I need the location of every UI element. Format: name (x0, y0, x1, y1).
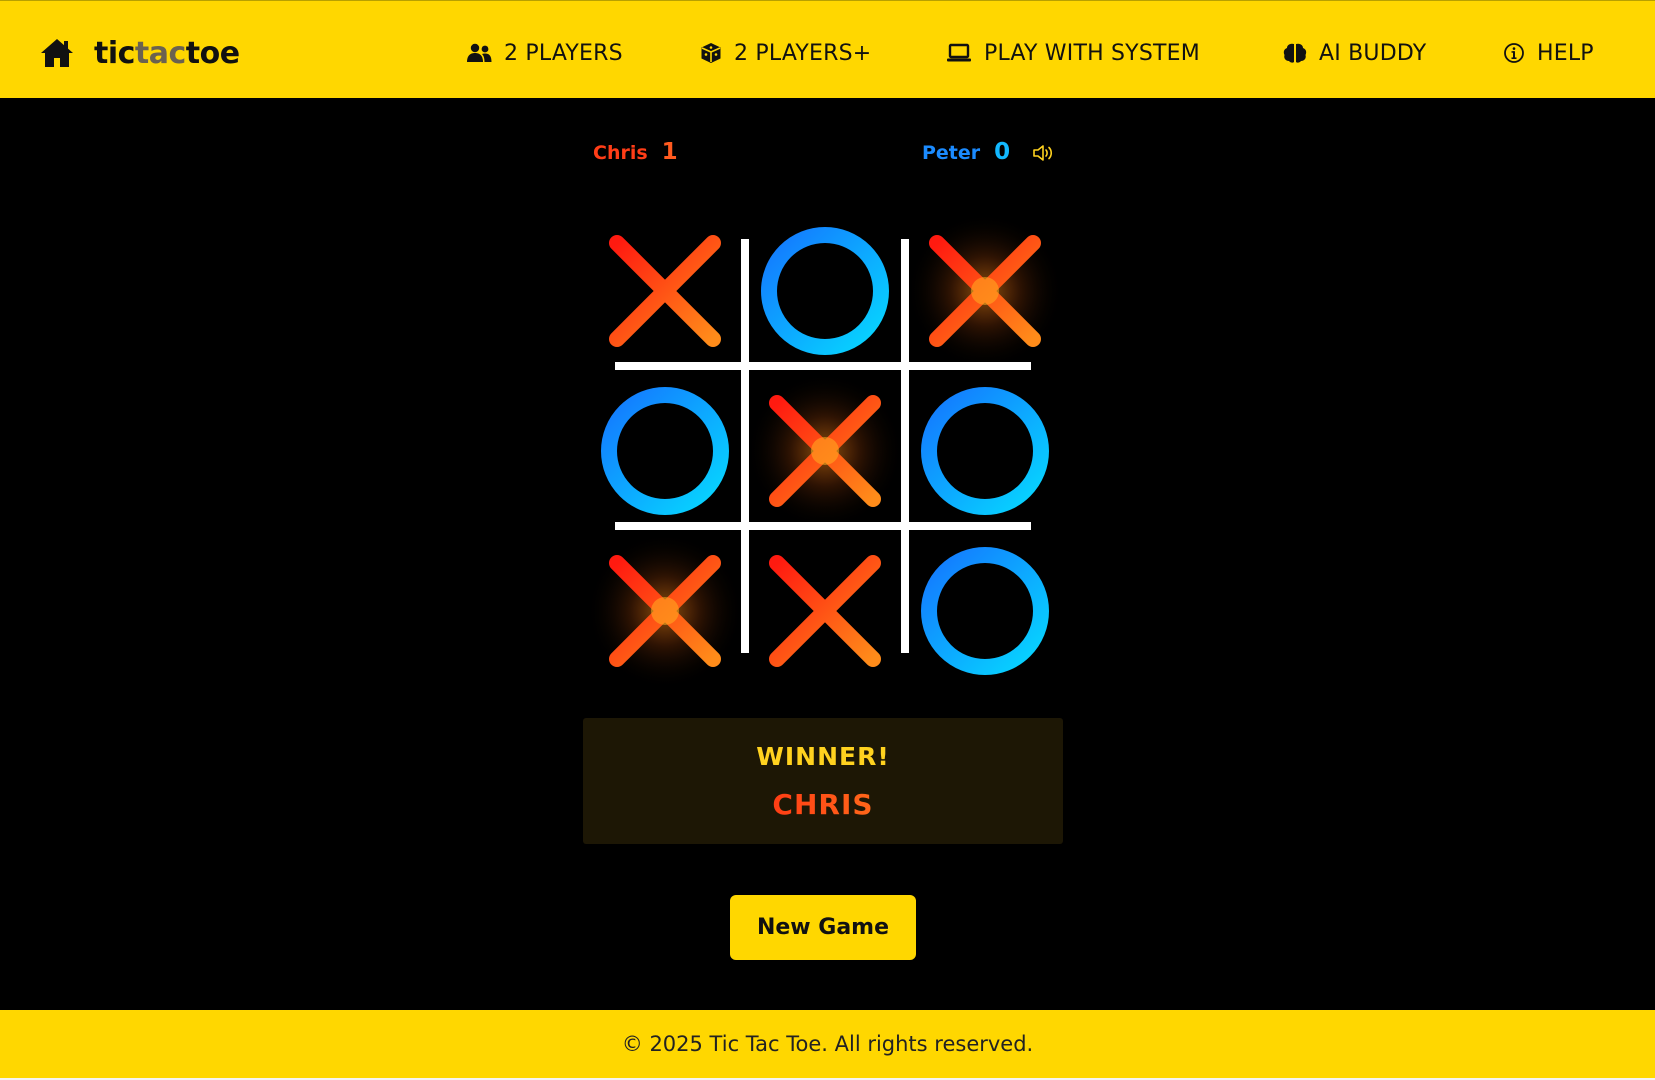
x-mark (609, 235, 721, 347)
info-icon (1504, 43, 1524, 63)
player2-score: Peter 0 (922, 139, 1010, 169)
nav-label: PLAY WITH SYSTEM (984, 40, 1200, 66)
player1-score: Chris 1 (593, 139, 678, 169)
game-board (585, 211, 1065, 691)
nav-2-players-plus[interactable]: 2 PLAYERS+ (700, 33, 871, 73)
brand-home-link[interactable]: tictactoe (40, 33, 240, 73)
nav-label: 2 PLAYERS (504, 40, 623, 66)
nav-ai-buddy[interactable]: AI BUDDY (1283, 33, 1426, 73)
nav-label: AI BUDDY (1319, 40, 1427, 66)
board-cell-2[interactable] (745, 211, 905, 371)
home-icon (41, 39, 73, 67)
grid-line-horizontal-2 (615, 522, 1031, 530)
users-icon (467, 43, 492, 62)
nav-label: 2 PLAYERS+ (734, 40, 872, 66)
new-game-button[interactable]: New Game (730, 895, 916, 960)
board-cell-6[interactable] (905, 371, 1065, 531)
nav-label: HELP (1537, 40, 1594, 66)
brand-tac: tac (134, 35, 186, 71)
app-window: tictactoe 2 PLAYERS 2 PLAYERS+ PLAY WITH… (0, 0, 1655, 1078)
cube-icon (701, 43, 721, 63)
board-cell-1[interactable] (585, 211, 745, 371)
nav-play-with-system[interactable]: PLAY WITH SYSTEM (946, 33, 1200, 73)
o-mark (921, 547, 1049, 675)
brand-wordmark: tictactoe (94, 36, 240, 71)
nav-2-players[interactable]: 2 PLAYERS (466, 33, 623, 73)
winner-name: CHRIS (583, 788, 1063, 821)
player2-score-value: 0 (994, 139, 1011, 165)
brand-tic: tic (94, 35, 135, 71)
grid-line-vertical-1 (741, 239, 749, 653)
brand-toe: toe (185, 35, 240, 71)
o-mark (921, 387, 1049, 515)
grid-line-vertical-2 (901, 239, 909, 653)
x-mark (769, 555, 881, 667)
laptop-icon (947, 43, 971, 62)
brain-icon (1283, 43, 1307, 63)
nav-help[interactable]: HELP (1503, 33, 1594, 73)
board-cell-3[interactable] (905, 211, 1065, 371)
board-cell-9[interactable] (905, 531, 1065, 691)
copyright-text: © 2025 Tic Tac Toe. All rights reserved. (621, 1032, 1034, 1056)
player1-name: Chris (593, 142, 648, 164)
board-cell-4[interactable] (585, 371, 745, 531)
player2-name: Peter (922, 142, 981, 164)
top-navigation-bar: tictactoe 2 PLAYERS 2 PLAYERS+ PLAY WITH… (0, 1, 1655, 98)
board-cell-5[interactable] (745, 371, 905, 531)
footer: © 2025 Tic Tac Toe. All rights reserved. (0, 1010, 1655, 1078)
winner-panel: WINNER! CHRIS (583, 718, 1063, 844)
board-cell-8[interactable] (745, 531, 905, 691)
board-cell-7[interactable] (585, 531, 745, 691)
o-mark (761, 227, 889, 355)
o-mark (601, 387, 729, 515)
player1-score-value: 1 (661, 139, 678, 165)
grid-line-horizontal-1 (615, 362, 1031, 370)
speaker-icon[interactable] (1032, 144, 1054, 162)
winner-heading: WINNER! (756, 742, 890, 771)
